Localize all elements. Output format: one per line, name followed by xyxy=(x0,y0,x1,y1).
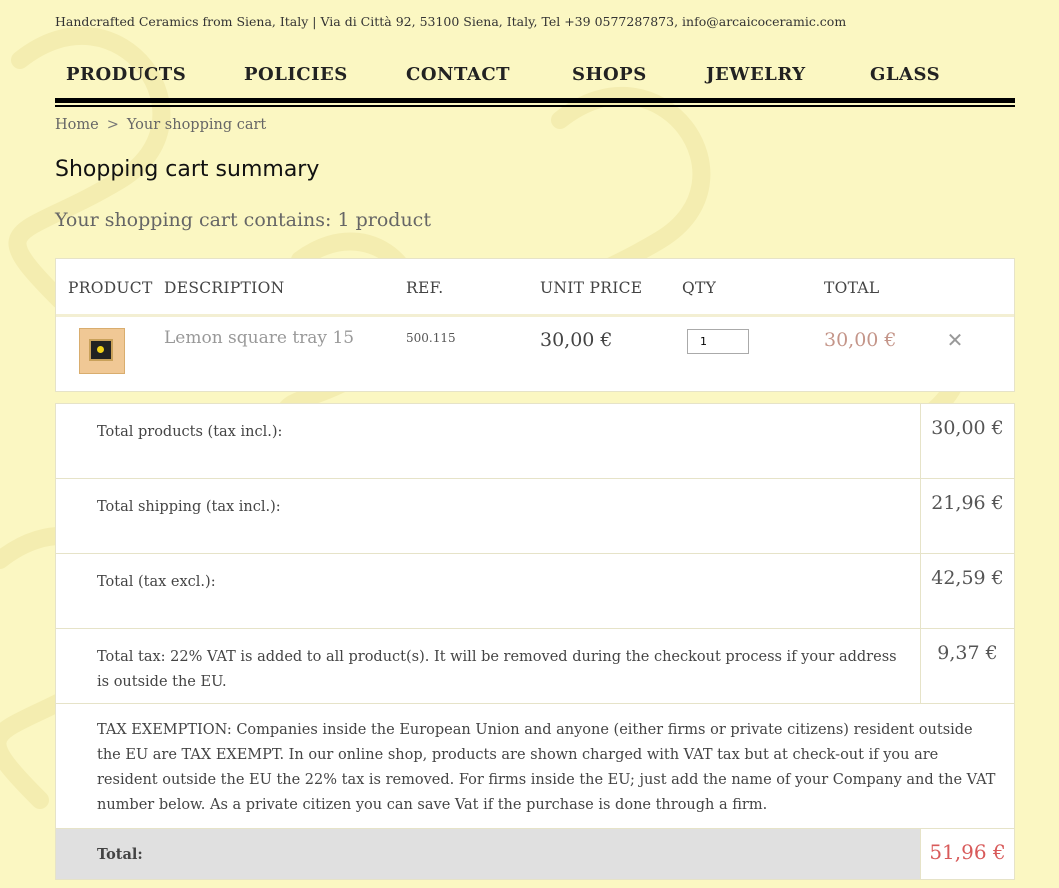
tray-image xyxy=(89,339,113,361)
cart-table: PRODUCT DESCRIPTION REF. UNIT PRICE QTY … xyxy=(55,258,1015,392)
breadcrumb: Home > Your shopping cart xyxy=(55,117,266,133)
header-product: PRODUCT xyxy=(68,279,153,297)
header-total: TOTAL xyxy=(824,279,880,297)
quantity-input[interactable] xyxy=(687,329,749,354)
lemon-dot xyxy=(97,346,104,353)
nav-item-shops[interactable]: SHOPS xyxy=(572,64,647,85)
total-products-value: 30,00 € xyxy=(920,404,1014,478)
nav-item-products[interactable]: PRODUCTS xyxy=(66,64,186,85)
cart-count-text: Your shopping cart contains: 1 product xyxy=(55,209,431,231)
header-ref: REF. xyxy=(406,279,444,297)
summary-row-total: Total: 51,96 € xyxy=(56,829,1014,879)
total-shipping-value: 21,96 € xyxy=(920,479,1014,553)
total-tax-label: Total tax: 22% VAT is added to all produ… xyxy=(97,649,897,690)
breadcrumb-separator: > xyxy=(106,117,119,133)
product-name-link[interactable]: Lemon square tray 15 xyxy=(164,328,354,348)
page-title: Shopping cart summary xyxy=(55,157,320,182)
product-ref: 500.115 xyxy=(406,331,456,345)
header-unit-price: UNIT PRICE xyxy=(540,279,643,297)
tax-exemption-text: TAX EXEMPTION: Companies inside the Euro… xyxy=(97,722,996,813)
header-description: DESCRIPTION xyxy=(164,279,285,297)
close-icon[interactable]: ✕ xyxy=(944,329,966,351)
product-line-total: 30,00 € xyxy=(824,329,897,351)
total-tax-value: 9,37 € xyxy=(920,629,1014,703)
main-nav: PRODUCTS POLICIES CONTACT SHOPS JEWELRY … xyxy=(55,56,1015,107)
product-thumbnail[interactable] xyxy=(79,328,125,374)
summary-row-tax: Total tax: 22% VAT is added to all produ… xyxy=(56,629,1014,704)
summary-row-tax-exemption: TAX EXEMPTION: Companies inside the Euro… xyxy=(56,704,1014,829)
total-tax-excl-label: Total (tax excl.): xyxy=(97,574,216,590)
header-qty: QTY xyxy=(682,279,717,297)
nav-item-policies[interactable]: POLICIES xyxy=(244,64,348,85)
breadcrumb-current: Your shopping cart xyxy=(126,117,267,133)
total-tax-excl-value: 42,59 € xyxy=(920,554,1014,628)
breadcrumb-home[interactable]: Home xyxy=(55,117,99,133)
total-products-label: Total products (tax incl.): xyxy=(97,424,283,440)
summary-row-tax-excl: Total (tax excl.): 42,59 € xyxy=(56,554,1014,629)
header-info: Handcrafted Ceramics from Siena, Italy |… xyxy=(55,14,847,29)
total-shipping-label: Total shipping (tax incl.): xyxy=(97,499,281,515)
product-unit-price: 30,00 € xyxy=(540,329,613,351)
total-value: 51,96 € xyxy=(920,829,1014,879)
summary-row-shipping: Total shipping (tax incl.): 21,96 € xyxy=(56,479,1014,554)
nav-item-jewelry[interactable]: JEWELRY xyxy=(706,64,806,85)
header-divider xyxy=(56,314,1014,317)
cart-summary: Total products (tax incl.): 30,00 € Tota… xyxy=(55,403,1015,880)
nav-item-contact[interactable]: CONTACT xyxy=(406,64,510,85)
summary-row-products: Total products (tax incl.): 30,00 € xyxy=(56,404,1014,479)
total-label: Total: xyxy=(97,846,143,863)
nav-item-glass[interactable]: GLASS xyxy=(870,64,940,85)
